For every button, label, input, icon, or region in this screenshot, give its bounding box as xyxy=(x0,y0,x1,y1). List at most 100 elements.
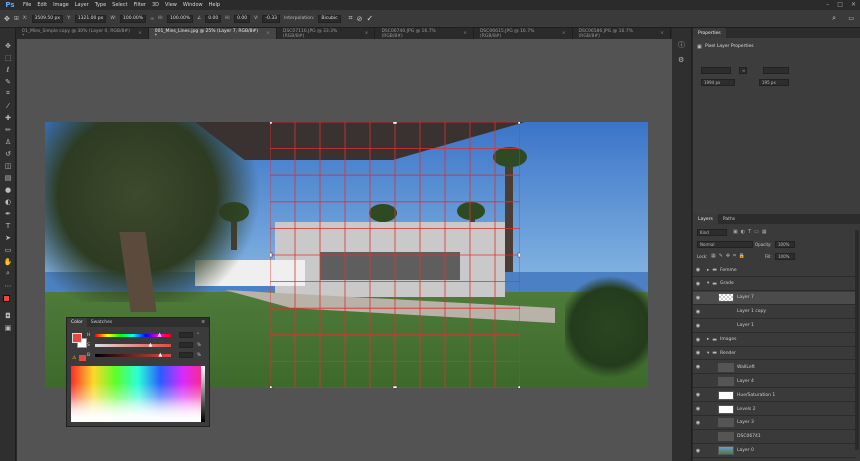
search-icon[interactable]: ⌕ xyxy=(832,14,836,23)
height-field[interactable]: 100.00% xyxy=(167,14,194,23)
visibility-eye-icon[interactable]: ◉ xyxy=(693,295,703,301)
quick-select-tool-icon[interactable]: ✎ xyxy=(3,77,13,86)
menu-image[interactable]: Image xyxy=(50,2,72,8)
h-skew-field[interactable]: 0.00 xyxy=(234,14,251,23)
menu-view[interactable]: View xyxy=(162,2,180,8)
layer-row[interactable]: ◉ Layer 1 copy xyxy=(693,306,856,319)
expand-arrow-icon[interactable]: ▾ xyxy=(707,281,709,286)
menu-window[interactable]: Window xyxy=(180,2,206,8)
warp-icon[interactable]: ⌗ xyxy=(349,14,353,23)
layer-row[interactable]: ◉ Levels 2 xyxy=(693,403,856,416)
menu-layer[interactable]: Layer xyxy=(72,2,92,8)
width-field[interactable]: 100.00% xyxy=(120,14,147,23)
menu-3d[interactable]: 3D xyxy=(149,2,162,8)
path-select-tool-icon[interactable]: ➤ xyxy=(3,233,13,242)
brightness-slider-handle[interactable]: ▲ xyxy=(158,352,162,358)
tab-color[interactable]: Color xyxy=(67,318,87,327)
properties-panel-icon[interactable]: ⚙ xyxy=(678,56,684,64)
visibility-eye-icon[interactable]: ◉ xyxy=(693,323,703,329)
transform-handle[interactable] xyxy=(270,252,273,258)
expand-arrow-icon[interactable]: ▸ xyxy=(707,268,709,273)
quick-mask-icon[interactable]: ◘ xyxy=(3,311,13,320)
y-field[interactable]: 1321.00 px xyxy=(74,14,107,23)
transform-handle[interactable] xyxy=(517,122,520,125)
panel-menu-icon[interactable]: ≡ xyxy=(197,320,209,325)
visibility-eye-icon[interactable]: ◉ xyxy=(693,309,703,315)
layer-row[interactable]: ◉ ▾ ▬ Grade xyxy=(693,278,856,291)
layer-row[interactable]: ◉ ▸ ▬ Femme xyxy=(693,264,856,277)
properties-link-icon[interactable]: ∞ xyxy=(739,67,747,74)
properties-height-value[interactable]: 195 px xyxy=(759,79,789,86)
angle-field[interactable]: 0.00 xyxy=(205,14,222,23)
menu-file[interactable]: File xyxy=(20,2,34,8)
more-tools-icon[interactable]: ⋯ xyxy=(3,281,13,290)
cancel-transform-icon[interactable]: ⊘ xyxy=(357,15,363,23)
menu-type[interactable]: Type xyxy=(92,2,109,8)
layer-row[interactable]: ◉ ▸ ▬ Images xyxy=(693,334,856,347)
pen-tool-icon[interactable]: ✒ xyxy=(3,209,13,218)
healing-tool-icon[interactable]: ✚ xyxy=(3,113,13,122)
lasso-tool-icon[interactable]: ℓ xyxy=(3,65,13,74)
maximize-button[interactable]: □ xyxy=(837,1,843,8)
layer-row[interactable]: ◉ WallLeft xyxy=(693,361,856,375)
opacity-field[interactable]: 100% xyxy=(775,241,795,248)
crop-tool-icon[interactable]: ⌗ xyxy=(3,89,13,98)
close-tab-icon[interactable]: × xyxy=(463,31,467,36)
document-tab[interactable]: 01_Mies_Simple copy @ 30% (Layer 0, RGB/… xyxy=(16,28,149,39)
type-tool-icon[interactable]: T xyxy=(3,221,13,230)
menu-filter[interactable]: Filter xyxy=(131,2,149,8)
eraser-tool-icon[interactable]: ◫ xyxy=(3,161,13,170)
zoom-tool-icon[interactable]: ⌕ xyxy=(3,269,13,278)
dodge-tool-icon[interactable]: ◐ xyxy=(3,197,13,206)
transform-handle[interactable] xyxy=(517,252,520,258)
gamut-swatch[interactable] xyxy=(79,355,86,361)
fg-color-box-front[interactable] xyxy=(72,333,82,343)
visibility-eye-icon[interactable]: ◉ xyxy=(693,267,703,273)
saturation-slider-handle[interactable]: ▲ xyxy=(148,342,152,348)
saturation-value[interactable] xyxy=(179,342,193,348)
transform-handle[interactable] xyxy=(392,122,398,125)
menu-edit[interactable]: Edit xyxy=(34,2,50,8)
marquee-tool-icon[interactable]: ⬚ xyxy=(3,53,13,62)
visibility-eye-icon[interactable]: ◉ xyxy=(693,364,703,370)
foreground-color-swatch[interactable] xyxy=(3,295,10,302)
blend-mode-select[interactable]: Normal xyxy=(697,241,753,248)
document-tab[interactable]: DSC06586.JPG @ 16.7% (RGB/8#) × xyxy=(573,28,672,39)
properties-w-field[interactable] xyxy=(701,67,731,74)
history-brush-tool-icon[interactable]: ↺ xyxy=(3,149,13,158)
v-skew-field[interactable]: -0.33 xyxy=(262,14,281,23)
layers-scrollbar[interactable] xyxy=(855,230,859,450)
reference-point-icon[interactable]: ⊞ xyxy=(14,15,19,22)
gradient-tool-icon[interactable]: ▤ xyxy=(3,173,13,182)
menu-help[interactable]: Help xyxy=(206,2,223,8)
layer-row[interactable]: ◉ Layer 3 xyxy=(693,417,856,430)
expand-arrow-icon[interactable]: ▸ xyxy=(707,337,709,342)
layer-row[interactable]: ◉ Hue/Saturation 1 xyxy=(693,389,856,403)
close-tab-icon[interactable]: × xyxy=(365,31,369,36)
transform-grid[interactable] xyxy=(270,122,520,388)
stamp-tool-icon[interactable]: ♙ xyxy=(3,137,13,146)
tab-layers[interactable]: Layers xyxy=(693,214,718,224)
transform-handle[interactable] xyxy=(517,385,520,388)
document-tab[interactable]: DSC07116.JPG @ 33.3% (RGB/8#) × xyxy=(277,28,376,39)
layer-row[interactable]: ◉ ▾ ▬ Render xyxy=(693,347,856,361)
close-tab-icon[interactable]: × xyxy=(562,31,566,36)
visibility-eye-icon[interactable]: ◉ xyxy=(693,448,703,454)
layer-row[interactable]: ◉ Layer 0 xyxy=(693,445,856,458)
workspace-icon[interactable]: ▭ xyxy=(848,15,854,22)
shape-tool-icon[interactable]: ▭ xyxy=(3,245,13,254)
interpolation-select[interactable]: Bicubic xyxy=(318,14,341,23)
layer-row[interactable]: ◉ Layer 7 xyxy=(693,291,856,305)
layer-row[interactable]: ◉ Layer 1 xyxy=(693,320,856,333)
close-tab-icon[interactable]: × xyxy=(660,31,664,36)
brush-tool-icon[interactable]: ✏ xyxy=(3,125,13,134)
visibility-eye-icon[interactable]: ◉ xyxy=(693,392,703,398)
x-field[interactable]: 3509.50 px xyxy=(31,14,64,23)
transform-handle[interactable] xyxy=(392,385,398,388)
transform-handle[interactable] xyxy=(270,122,273,125)
document-tab[interactable]: DSC06615.JPG @ 16.7% (RGB/8#) × xyxy=(474,28,573,39)
hue-value[interactable] xyxy=(179,332,193,338)
move-tool-icon[interactable]: ✥ xyxy=(4,15,10,23)
tab-swatches[interactable]: Swatches xyxy=(87,320,117,325)
visibility-eye-icon[interactable]: ◉ xyxy=(693,281,703,287)
